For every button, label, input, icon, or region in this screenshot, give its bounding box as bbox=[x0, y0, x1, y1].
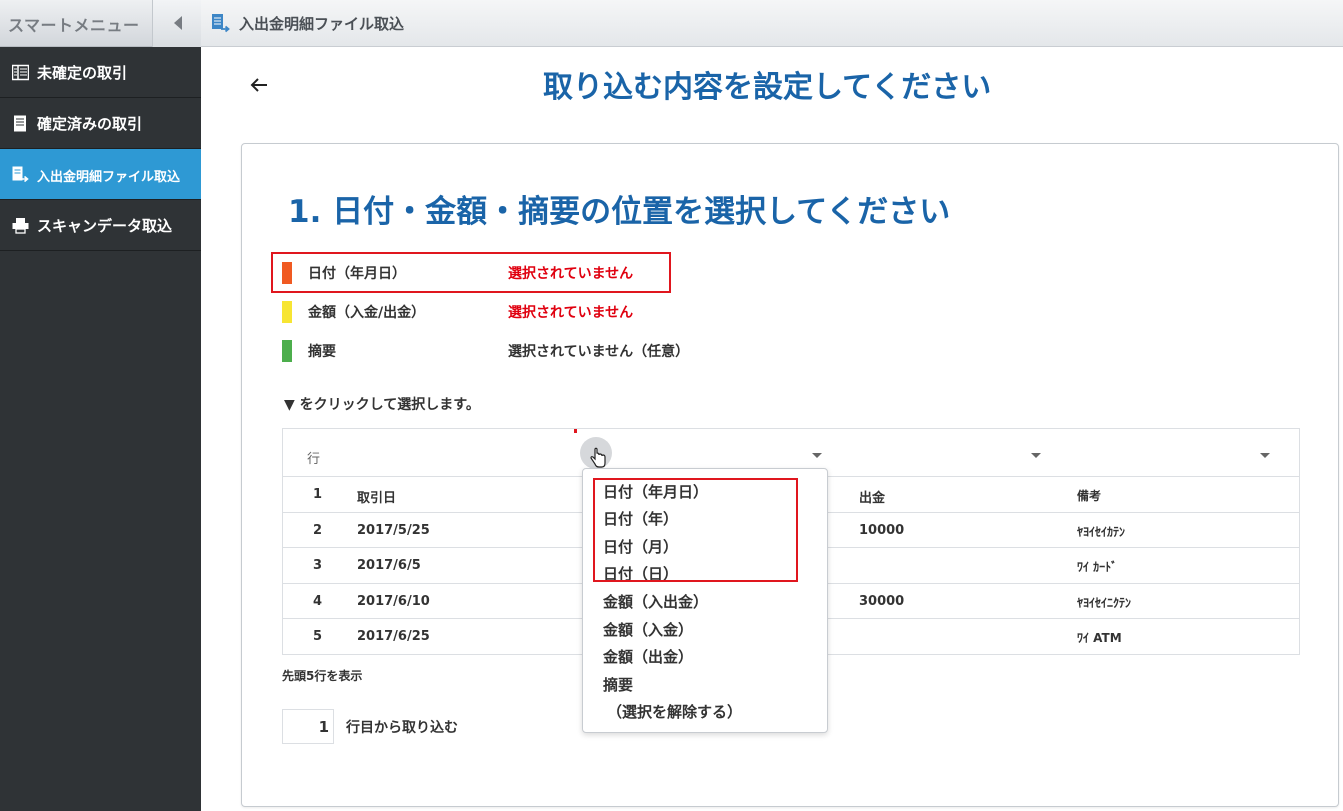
instruction-text: ▼ をクリックして選択します。 bbox=[284, 397, 480, 413]
cell-note: 備考 bbox=[1077, 489, 1102, 503]
dropdown-option-description[interactable]: 摘要 bbox=[603, 674, 633, 695]
column-3-dropdown-caret[interactable] bbox=[812, 453, 822, 458]
columns-icon bbox=[12, 64, 29, 81]
cell-withdrawal: 出金 bbox=[859, 491, 886, 506]
annotation-highlight-date-options bbox=[593, 478, 798, 582]
annotation-marker bbox=[574, 429, 577, 433]
legend-color-swatch bbox=[282, 340, 292, 362]
sidebar-item-unconfirmed[interactable]: 未確定の取引 bbox=[0, 47, 201, 98]
row-number: 3 bbox=[313, 558, 323, 573]
legend-color-swatch bbox=[282, 262, 292, 284]
sidebar-item-label: 入出金明細ファイル取込 bbox=[37, 170, 181, 185]
page-title: 取り込む内容を設定してください bbox=[543, 70, 992, 105]
legend-label: 金額（入金/出金） bbox=[308, 305, 426, 321]
sidebar-item-confirmed[interactable]: 確定済みの取引 bbox=[0, 98, 201, 149]
sidebar-item-label: スキャンデータ取込 bbox=[37, 217, 173, 235]
start-row-label: 行目から取り込む bbox=[346, 720, 458, 736]
cell-withdrawal: 10000 bbox=[859, 522, 905, 538]
legend-description: 摘要 選択されていません（任意） bbox=[282, 338, 702, 362]
cell-note: ﾜｲ ｶｰﾄﾞ bbox=[1077, 560, 1118, 574]
collapse-sidebar-button[interactable] bbox=[152, 0, 201, 47]
page-header-title: 入出金明細ファイル取込 bbox=[239, 15, 405, 33]
cell-date: 2017/6/25 bbox=[357, 629, 430, 644]
cell-date: 2017/6/10 bbox=[357, 593, 430, 609]
legend-label: 日付（年月日） bbox=[308, 266, 406, 282]
sidebar-item-scan-import[interactable]: スキャンデータ取込 bbox=[0, 200, 201, 251]
sidebar-item-label: 未確定の取引 bbox=[37, 64, 128, 82]
sidebar-title: スマートメニュー bbox=[8, 16, 140, 35]
top-bar: 入出金明細ファイル取込 bbox=[201, 0, 1343, 47]
sidebar-header: スマートメニュー bbox=[0, 0, 201, 47]
cell-date: 取引日 bbox=[357, 491, 397, 506]
dropdown-option-amount-both[interactable]: 金額（入出金） bbox=[603, 591, 708, 612]
back-arrow-icon[interactable] bbox=[248, 74, 270, 96]
legend-status: 選択されていません（任意） bbox=[508, 344, 690, 360]
row-number: 1 bbox=[313, 487, 323, 502]
legend-status: 選択されていません bbox=[508, 305, 634, 321]
preview-note: 先頭5行を表示 bbox=[282, 669, 363, 683]
dropdown-option-amount-in[interactable]: 金額（入金） bbox=[603, 619, 693, 640]
scanner-icon bbox=[12, 218, 29, 234]
document-icon bbox=[14, 115, 26, 132]
cell-withdrawal: 30000 bbox=[859, 593, 905, 609]
cell-date: 2017/6/5 bbox=[357, 558, 421, 573]
file-import-icon bbox=[212, 14, 230, 33]
legend-amount: 金額（入金/出金） 選択されていません bbox=[282, 299, 702, 323]
row-number: 4 bbox=[313, 593, 323, 609]
legend-status: 選択されていません bbox=[508, 266, 634, 282]
row-number: 5 bbox=[313, 629, 323, 644]
legend-label: 摘要 bbox=[308, 344, 336, 360]
row-number: 2 bbox=[313, 522, 323, 538]
legend-color-swatch bbox=[282, 301, 292, 323]
sidebar: スマートメニュー 未確定の取引 確定済みの取引 入出金明細ファイル取込 スキャン… bbox=[0, 0, 201, 811]
legend-date: 日付（年月日） 選択されていません bbox=[282, 260, 702, 284]
dropdown-option-clear[interactable]: （選択を解除する） bbox=[607, 701, 742, 722]
row-header-label: 行 bbox=[307, 452, 321, 467]
cell-note: ﾜｲ ATM bbox=[1077, 631, 1122, 645]
sidebar-item-label: 確定済みの取引 bbox=[37, 115, 143, 133]
file-import-icon bbox=[12, 166, 29, 183]
section-title: 1. 日付・金額・摘要の位置を選択してください bbox=[288, 194, 951, 230]
hand-cursor-icon bbox=[590, 447, 606, 468]
dropdown-option-amount-out[interactable]: 金額（出金） bbox=[603, 646, 693, 667]
start-row-input[interactable]: 1 bbox=[282, 709, 334, 744]
column-5-dropdown-caret[interactable] bbox=[1260, 453, 1270, 458]
column-4-dropdown-caret[interactable] bbox=[1031, 453, 1041, 458]
cell-date: 2017/5/25 bbox=[357, 522, 430, 538]
cell-note: ﾔﾖｲｾｲｶﾃﾝ bbox=[1077, 524, 1126, 539]
sidebar-item-file-import[interactable]: 入出金明細ファイル取込 bbox=[0, 149, 201, 200]
cell-note: ﾔﾖｲｾｲﾆｸﾃﾝ bbox=[1077, 595, 1132, 610]
